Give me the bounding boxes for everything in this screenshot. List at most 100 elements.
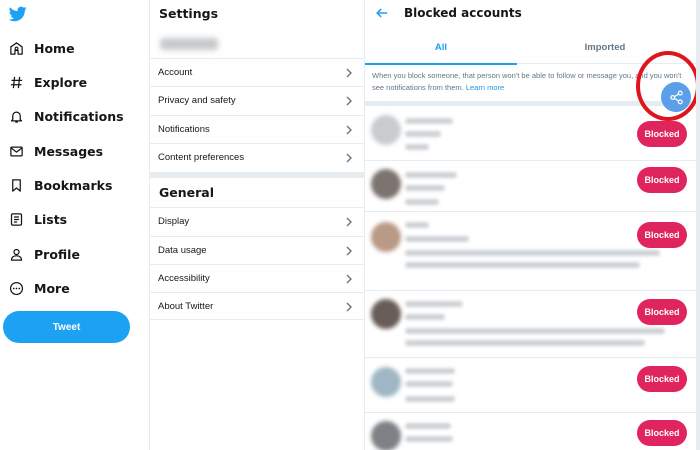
blocked-button[interactable]: Blocked [637, 121, 687, 147]
block-info-message: When you block someone, that person won'… [372, 71, 682, 92]
nav-label: Notifications [34, 108, 124, 124]
settings-row-label: Notifications [158, 124, 210, 135]
settings-row-accessibility[interactable]: Accessibility [150, 264, 364, 292]
settings-row-label: Display [158, 216, 190, 227]
nav-item-messages[interactable]: Messages [8, 137, 103, 165]
blocked-account-row[interactable]: Blocked [365, 413, 700, 450]
blurred-text [405, 199, 439, 205]
learn-more-link[interactable]: Learn more [466, 83, 504, 92]
blocked-button[interactable]: Blocked [637, 366, 687, 392]
blurred-text [405, 236, 469, 242]
home-icon [8, 40, 24, 56]
chevron-right-icon [346, 274, 352, 284]
avatar[interactable] [371, 421, 401, 450]
settings-column: Settings Account Privacy and safety Noti… [149, 0, 365, 450]
settings-row-display[interactable]: Display [150, 207, 364, 235]
general-heading: General [159, 185, 214, 200]
chevron-right-icon [346, 302, 352, 312]
nav-item-notifications[interactable]: Notifications [8, 102, 124, 130]
settings-row-content-preferences[interactable]: Content preferences [150, 143, 364, 171]
nav-item-more[interactable]: More [8, 274, 70, 302]
twitter-bird-logo-icon[interactable] [9, 6, 27, 22]
blurred-text [405, 381, 453, 387]
nav-label: Explore [34, 74, 88, 90]
left-navigation: Home Explore Notifications Messages Book… [0, 0, 149, 450]
nav-label: Messages [34, 143, 104, 159]
blocked-accounts-title: Blocked accounts [404, 6, 522, 20]
tab-all[interactable]: All [365, 31, 517, 65]
settings-row-label: Account [158, 67, 193, 78]
nav-label: Lists [34, 211, 68, 227]
blurred-text [405, 340, 645, 346]
blurred-text [405, 314, 445, 320]
avatar[interactable] [371, 367, 401, 397]
blocked-button[interactable]: Blocked [637, 420, 687, 446]
blurred-text [405, 328, 665, 334]
red-highlight-circle [636, 51, 700, 121]
list-icon [8, 211, 24, 227]
chevron-right-icon [346, 125, 352, 135]
settings-row-data-usage[interactable]: Data usage [150, 236, 364, 264]
nav-item-explore[interactable]: Explore [8, 68, 87, 96]
avatar[interactable] [371, 222, 401, 252]
blurred-text [405, 396, 455, 402]
blocked-account-row[interactable]: Blocked [365, 358, 700, 413]
settings-row-about[interactable]: About Twitter [150, 292, 364, 320]
blocked-button[interactable]: Blocked [637, 167, 687, 193]
settings-row-label: Content preferences [158, 152, 245, 163]
blurred-text [405, 436, 453, 442]
nav-label: More [34, 280, 70, 296]
settings-title: Settings [159, 6, 219, 21]
settings-row-label: Data usage [158, 245, 207, 256]
avatar[interactable] [371, 169, 401, 199]
chevron-right-icon [346, 96, 352, 106]
settings-row-account[interactable]: Account [150, 58, 364, 86]
blurred-text [405, 222, 429, 228]
chevron-right-icon [346, 153, 352, 163]
settings-row-label: Accessibility [158, 273, 210, 284]
settings-row-privacy[interactable]: Privacy and safety [150, 86, 364, 114]
window-edge [696, 0, 700, 450]
blocked-account-row[interactable]: Blocked [365, 212, 700, 291]
blurred-text [405, 172, 457, 178]
blocked-button[interactable]: Blocked [637, 299, 687, 325]
blurred-text [405, 250, 660, 256]
chevron-right-icon [346, 68, 352, 78]
blurred-text [405, 144, 429, 150]
settings-row-notifications[interactable]: Notifications [150, 115, 364, 143]
bell-icon [8, 108, 24, 124]
hashtag-icon [8, 74, 24, 90]
envelope-icon [8, 143, 24, 159]
chevron-right-icon [346, 217, 352, 227]
nav-item-bookmarks[interactable]: Bookmarks [8, 171, 112, 199]
blurred-text [405, 131, 441, 137]
blocked-accounts-panel: Blocked accounts All Imported When you b… [365, 0, 700, 450]
nav-label: Home [34, 40, 75, 56]
nav-label: Profile [34, 246, 80, 262]
avatar[interactable] [371, 299, 401, 329]
blurred-text [405, 118, 453, 124]
blocked-button[interactable]: Blocked [637, 222, 687, 248]
bookmark-icon [8, 177, 24, 193]
nav-item-lists[interactable]: Lists [8, 205, 67, 233]
blurred-username [160, 38, 218, 50]
blurred-text [405, 301, 463, 307]
settings-row-label: About Twitter [158, 300, 214, 312]
chevron-right-icon [346, 246, 352, 256]
person-icon [8, 246, 24, 262]
nav-label: Bookmarks [34, 177, 113, 193]
avatar[interactable] [371, 115, 401, 145]
blurred-text [405, 368, 455, 374]
blurred-text [405, 423, 451, 429]
more-circle-icon [8, 280, 24, 296]
section-divider [150, 172, 364, 178]
nav-item-profile[interactable]: Profile [8, 240, 80, 268]
settings-row-label: Privacy and safety [158, 95, 236, 106]
blocked-account-row[interactable]: Blocked [365, 161, 700, 212]
nav-item-home[interactable]: Home [8, 34, 75, 62]
blurred-text [405, 262, 640, 268]
back-arrow-icon[interactable] [375, 6, 389, 20]
blocked-account-row[interactable]: Blocked [365, 291, 700, 358]
tweet-button[interactable]: Tweet [3, 311, 130, 343]
blurred-text [405, 185, 445, 191]
